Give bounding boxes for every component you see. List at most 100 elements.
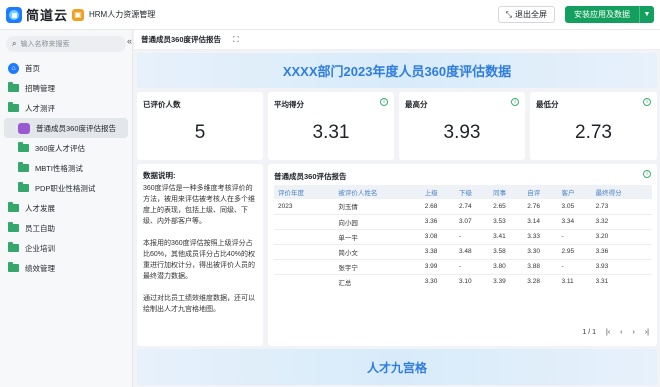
table-title: 普通成员360评估报告	[274, 172, 347, 181]
table-cell: 3.58	[489, 243, 524, 259]
search-input[interactable]: ⌕ 输入名称来搜索	[6, 36, 126, 52]
sidebar-item-training[interactable]: 企业培训	[0, 238, 132, 258]
column-header[interactable]: 被评价人姓名	[334, 185, 421, 199]
table-cell: 3.99	[420, 258, 455, 274]
info-icon[interactable]: i	[380, 98, 388, 106]
table-row: 简小文 3.38 3.48 3.58 3.30 2.95 3.36	[274, 243, 652, 259]
column-header[interactable]: 评价年度	[274, 185, 335, 199]
sidebar-item-label: 员工自助	[25, 223, 55, 233]
sidebar-item-360-evaluation[interactable]: 360度人才评估	[0, 138, 132, 158]
stat-label: 最高分	[405, 100, 428, 109]
next-page-icon[interactable]: ›	[633, 329, 635, 336]
sidebar-item-talent-development[interactable]: 人才发展	[0, 198, 132, 218]
sidebar-item-performance[interactable]: 绩效管理	[0, 258, 132, 278]
folder-icon	[18, 182, 29, 192]
table-cell: 3.30	[523, 243, 558, 259]
collapse-sidebar-icon[interactable]: «	[127, 36, 132, 46]
install-button-group: 安装应用及数据 ▼	[565, 6, 654, 23]
info-icon[interactable]: i	[643, 170, 651, 178]
sidebar-item-label: 招聘管理	[25, 83, 55, 93]
install-button[interactable]: 安装应用及数据	[565, 6, 639, 23]
stat-label: 已评价人数	[143, 100, 181, 109]
table-cell: 3.05	[561, 202, 575, 210]
stat-card-max: 最高分 i 3.93	[399, 92, 525, 160]
exit-fullscreen-icon: ⤡	[505, 9, 512, 19]
folder-icon	[8, 262, 19, 272]
folder-open-icon	[8, 102, 19, 112]
table-row: 单一平 3.08 - 3.41 3.33 - 3.20	[274, 228, 652, 244]
table-cell: 2.76	[527, 202, 540, 210]
table-cell: 2.65	[493, 202, 506, 210]
table-cell: -	[454, 228, 490, 244]
report-banner: XXXX部门2023年度人员360度评估数据	[137, 53, 657, 88]
banner-title: XXXX部门2023年度人员360度评估数据	[282, 64, 512, 79]
stat-value: 3.93	[443, 122, 481, 143]
column-header[interactable]: 客户	[557, 185, 592, 199]
page-title: 普通成员360度评估报告	[141, 35, 222, 44]
description-heading: 数据说明:	[143, 171, 176, 180]
table-summary-row: 汇总 3.30 3.10 3.39 3.28 3.11 3.31	[274, 273, 652, 289]
table-row: 2023 刘玉倩 2.68 2.74 2.65 2.76 3.05 2.73	[274, 199, 652, 214]
info-icon[interactable]: i	[511, 98, 519, 106]
sidebar-item-label: 绩效管理	[25, 263, 55, 273]
column-header[interactable]: 同事	[489, 185, 524, 199]
column-header[interactable]: 自评	[523, 185, 558, 199]
sidebar-item-label: 企业培训	[25, 243, 55, 253]
table-cell: 3.34	[557, 213, 592, 229]
exit-fullscreen-button[interactable]: ⤡ 退出全屏	[497, 6, 555, 23]
sidebar-item-home[interactable]: ⌂ 首页	[0, 58, 132, 78]
folder-icon	[18, 142, 29, 152]
column-header[interactable]: 上级	[420, 185, 455, 199]
folder-icon	[8, 242, 19, 252]
fullscreen-icon[interactable]: ⛶	[233, 35, 239, 45]
table-cell: 3.88	[523, 258, 558, 274]
sidebar-item-360-report[interactable]: 普通成员360度评估报告	[4, 118, 128, 138]
column-header[interactable]: 最终得分	[591, 185, 652, 199]
table-cell: 2.68	[424, 202, 438, 210]
table-cell	[274, 273, 335, 289]
prev-page-icon[interactable]: ‹	[620, 329, 622, 336]
info-icon[interactable]: i	[643, 98, 651, 106]
search-placeholder: 输入名称来搜索	[20, 41, 70, 48]
table-cell: 3.53	[489, 213, 524, 229]
last-page-icon[interactable]: ›|	[645, 329, 649, 336]
table-cell: -	[557, 258, 592, 274]
sidebar-item-label: 360度人才评估	[35, 143, 86, 153]
sidebar-item-recruitment[interactable]: 招聘管理	[0, 78, 132, 98]
exit-fullscreen-label: 退出全屏	[515, 10, 547, 19]
chevron-down-icon[interactable]: ▼	[639, 6, 654, 23]
sidebar-item-talent-assessment[interactable]: 人才测评	[0, 98, 132, 118]
table-header-row: 评价年度 被评价人姓名 上级 下级 同事 自评 客户 最终得分	[274, 185, 652, 199]
folder-icon	[8, 82, 19, 92]
table-cell: 3.32	[591, 213, 652, 229]
table-cell: 3.93	[591, 258, 652, 274]
sidebar-item-label: 首页	[25, 63, 40, 73]
nine-grid-banner: 人才九宫格	[137, 349, 657, 385]
sidebar-item-mbti[interactable]: MBTI性格测试	[0, 158, 132, 178]
stat-value: 2.73	[575, 122, 612, 143]
stat-card-average: 平均得分 i 3.31	[268, 92, 394, 160]
table-cell: 3.11	[557, 273, 592, 289]
app-icon: ▣	[72, 8, 84, 21]
top-bar: 简道云 ▣ HRM人力资源管理 ⤡ 退出全屏 安装应用及数据 ▼	[0, 0, 660, 30]
search-icon: ⌕	[12, 39, 17, 48]
app-switcher[interactable]: ▣ HRM人力资源管理	[72, 8, 156, 21]
column-header[interactable]: 下级	[454, 185, 490, 199]
app-name: HRM人力资源管理	[89, 10, 156, 19]
table-cell: 向小园	[334, 213, 421, 229]
table-cell: 张宇宁	[334, 258, 421, 274]
report-table: 评价年度 被评价人姓名 上级 下级 同事 自评 客户 最终得分 2023 刘玉倩…	[274, 185, 652, 289]
sidebar-item-self-service[interactable]: 员工自助	[0, 218, 132, 238]
table-cell: -	[454, 258, 490, 274]
description-paragraph: 本报用的360度评估按照上级评分占比60%，其他成员评分占比40%的权重进行加权…	[143, 240, 256, 280]
brand-logo[interactable]: 简道云	[0, 5, 72, 24]
report-icon	[18, 122, 30, 134]
table-cell: 汇总	[334, 273, 421, 289]
logo-icon	[6, 6, 22, 23]
sidebar-item-pdp[interactable]: PDP职业性格测试	[0, 178, 132, 198]
table-cell: 3.28	[523, 273, 558, 289]
stat-value: 5	[194, 122, 206, 143]
table-cell: 3.14	[523, 213, 558, 229]
first-page-icon[interactable]: |‹	[606, 329, 610, 336]
table-cell: 3.33	[523, 228, 558, 244]
